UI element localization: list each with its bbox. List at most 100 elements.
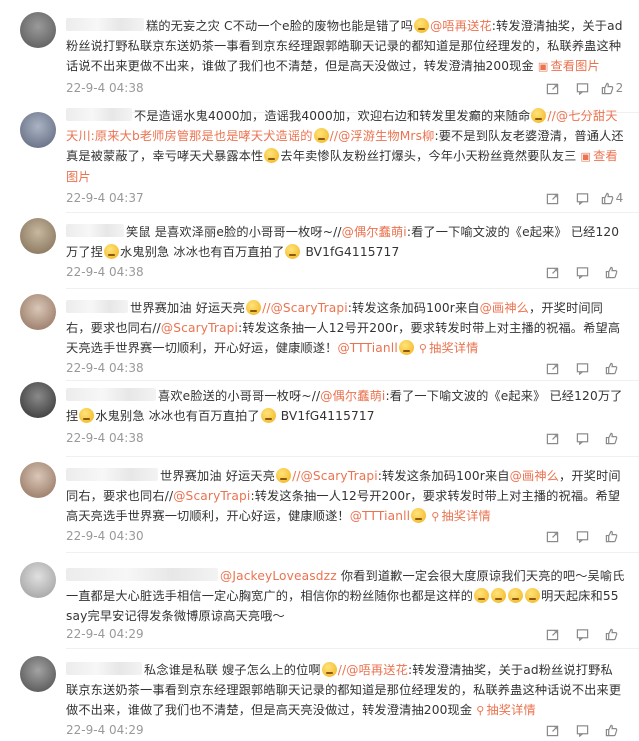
avatar[interactable] [20,382,56,418]
share-icon [546,193,558,204]
like-icon [601,82,613,94]
avatar[interactable] [20,218,56,254]
lottery-details-link[interactable]: ⚲ 抽奖详情 [431,509,491,523]
emoji-icon [79,408,95,423]
mention-link[interactable]: @ScaryTrapi [161,321,238,335]
share-button[interactable] [539,264,565,280]
blurred-username[interactable] [66,300,128,313]
like-button[interactable] [599,430,625,446]
mention-link[interactable]: @偶尔蠢萌i [342,225,407,239]
divider [66,648,639,649]
blurred-username[interactable] [66,662,142,675]
like-button[interactable]: 2 [599,80,625,96]
share-icon [546,433,558,444]
comment-icon [576,432,588,445]
share-button[interactable] [539,626,565,642]
blurred-username[interactable] [66,388,156,401]
comment-actions [535,430,625,446]
mention-link[interactable]: //@ScaryTrapi [262,301,348,315]
lottery-icon: ⚲ [476,704,485,717]
mention-link[interactable]: @ScaryTrapi [173,489,250,503]
like-count: 4 [615,191,624,205]
emoji-icon [260,408,276,423]
mention-link[interactable]: @画神么 [480,301,529,315]
comment-item: 糕的无妄之灾 C不动一个e脸的废物也能是错了吗 @唔再送花:转发澄清抽奖，关于ad… [0,12,639,113]
like-icon [605,362,617,374]
picture-icon: ▣ [580,150,592,163]
comment-item: @JackeyLoveasdzz 你看到道歉一定会很大度原谅我们天亮的吧～吴喻氏… [0,562,639,649]
divider [66,288,639,289]
comment-actions [535,528,625,544]
share-button[interactable] [539,528,565,544]
picture-icon: ▣ [537,60,549,73]
mention-link[interactable]: @JackeyLoveasdzz [220,569,337,583]
comment-button[interactable] [569,528,595,544]
lottery-icon: ⚲ [418,342,428,355]
share-button[interactable] [539,722,565,738]
share-button[interactable] [539,360,565,376]
mention-link[interactable]: //@ScaryTrapi [292,469,378,483]
avatar[interactable] [20,12,56,48]
lottery-details-link[interactable]: ⚲ 抽奖详情 [419,341,479,355]
emoji-icon [264,148,280,163]
mention-link[interactable]: @画神么 [510,469,559,483]
timestamp: 22-9-4 04:38 [66,81,144,95]
comment-button[interactable] [569,264,595,280]
mention-link[interactable]: @偶尔蠢萌i [320,389,385,403]
like-button[interactable]: 4 [599,190,625,206]
comment-button[interactable] [569,360,595,376]
comment-button[interactable] [569,190,595,206]
share-button[interactable] [539,80,565,96]
emoji-icon [414,18,430,33]
mention-link[interactable]: @TTTianll [350,509,410,523]
view-picture-link[interactable]: ▣ 查看图片 [538,59,600,73]
comment-item: 私念谁是私联 嫂子怎么上的位啊//@唔再送花:转发澄清抽奖，关于ad粉丝说打野私… [0,656,639,741]
avatar[interactable] [20,462,56,498]
comment-button[interactable] [569,80,595,96]
avatar[interactable] [20,562,56,598]
emoji-icon [276,468,292,483]
like-icon [605,530,617,542]
like-button[interactable] [599,626,625,642]
comment-button[interactable] [569,626,595,642]
emoji-icon [285,244,301,259]
blurred-username[interactable] [66,224,124,237]
comment-body: 喜欢e脸送的小哥哥一枚呀~//@偶尔蠢萌i:看了一下喻文波的《e起来》 已经12… [66,388,623,423]
timestamp: 22-9-4 04:29 [66,627,144,641]
like-button[interactable] [599,528,625,544]
comment-icon [576,362,588,375]
comment-item: 不是造谣水鬼4000加，造谣我4000加，欢迎右边和转发里发癫的来随命//@七分… [0,108,639,213]
comment-button[interactable] [569,430,595,446]
blurred-username[interactable] [66,18,144,31]
avatar[interactable] [20,656,56,692]
avatar[interactable] [20,112,56,148]
mention-link[interactable]: //@浮游生物Mrs柳 [330,129,435,143]
mention-link[interactable]: //@唔再送花 [338,663,408,677]
timestamp: 22-9-4 04:38 [66,361,144,375]
comment-actions [535,264,625,280]
comment-button[interactable] [569,722,595,738]
emoji-icon [313,128,329,143]
comment-meta: 22-9-4 04:29 [66,626,625,642]
share-button[interactable] [539,190,565,206]
like-button[interactable] [599,722,625,738]
like-button[interactable] [599,360,625,376]
comment-body: 世界赛加油 好运天亮//@ScaryTrapi:转发这条加码100r来自@画神么… [66,468,621,523]
share-button[interactable] [539,430,565,446]
comment-meta: 22-9-4 04:38 [66,264,625,280]
avatar[interactable] [20,294,56,330]
blurred-username[interactable] [66,568,218,581]
comment-meta: 22-9-4 04:30 [66,528,625,544]
lottery-details-link[interactable]: ⚲ 抽奖详情 [476,703,536,717]
like-icon [601,192,613,204]
share-icon [546,531,558,542]
timestamp: 22-9-4 04:37 [66,191,144,205]
like-button[interactable] [599,264,625,280]
timestamp: 22-9-4 04:30 [66,529,144,543]
mention-link[interactable]: @唔再送花 [430,19,492,33]
comment-icon [576,82,588,95]
blurred-username[interactable] [66,108,132,121]
mention-link[interactable]: @TTTianll [337,341,397,355]
blurred-username[interactable] [66,468,158,481]
comment-body: 笑鼠 是喜欢泽丽e脸的小哥哥一枚呀~//@偶尔蠢萌i:看了一下喻文波的《e起来》… [66,224,620,259]
